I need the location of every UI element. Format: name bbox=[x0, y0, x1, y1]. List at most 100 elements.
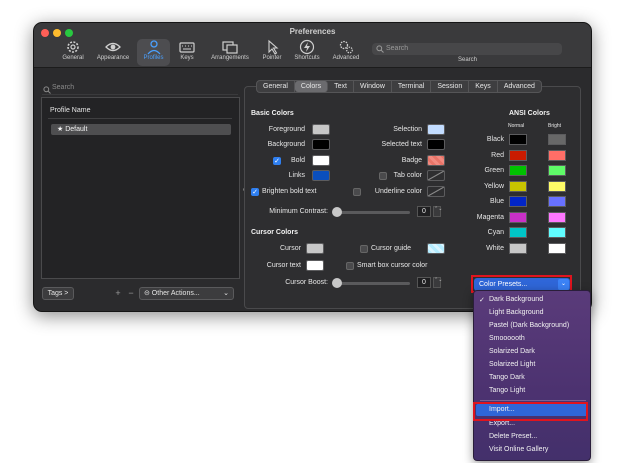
menu-item-solarized-dark[interactable]: Solarized Dark bbox=[489, 348, 535, 355]
color-presets-menu: ✓ Dark Background Light Background Paste… bbox=[473, 290, 591, 461]
menu-item-solarized-light[interactable]: Solarized Light bbox=[489, 361, 535, 368]
ansi-red-normal-well[interactable] bbox=[509, 150, 527, 161]
selection-label: Selection bbox=[393, 126, 422, 133]
ansi-magenta-normal-well[interactable] bbox=[509, 212, 527, 223]
links-color-well[interactable] bbox=[312, 170, 330, 181]
tab-color-well[interactable] bbox=[427, 170, 445, 181]
ansi-yellow-bright-well[interactable] bbox=[548, 181, 566, 192]
ansi-red-label: Red bbox=[491, 152, 504, 159]
ansi-red-bright-well[interactable] bbox=[548, 150, 566, 161]
min-contrast-stepper[interactable]: ⌃⌄ bbox=[433, 206, 442, 217]
ansi-blue-normal-well[interactable] bbox=[509, 196, 527, 207]
ansi-blue-bright-well[interactable] bbox=[548, 196, 566, 207]
smart-box-checkbox[interactable] bbox=[346, 262, 354, 270]
bold-label: Bold bbox=[290, 157, 305, 164]
toolbar-pointer[interactable]: Pointer bbox=[258, 39, 286, 66]
ansi-yellow-normal-well[interactable] bbox=[509, 181, 527, 192]
tab-colors[interactable]: Colors bbox=[294, 81, 329, 92]
remove-profile-button[interactable]: − bbox=[125, 287, 137, 300]
cursor-text-color-well[interactable] bbox=[306, 260, 324, 271]
toolbar-search-label: Search bbox=[458, 57, 478, 63]
tags-button[interactable]: Tags > bbox=[42, 287, 74, 300]
tab-session[interactable]: Session bbox=[431, 81, 470, 92]
cursor-guide-color-well[interactable] bbox=[427, 243, 445, 254]
ansi-white-label: White bbox=[486, 245, 504, 252]
cursor-boost-knob[interactable] bbox=[332, 278, 342, 288]
profile-row-default[interactable]: ★ Default bbox=[51, 124, 231, 135]
ansi-green-bright-well[interactable] bbox=[548, 165, 566, 176]
toolbar-advanced[interactable]: Advanced bbox=[329, 39, 363, 66]
search-icon bbox=[43, 86, 51, 94]
profile-name-header: Profile Name bbox=[50, 107, 91, 114]
menu-item-tango-dark[interactable]: Tango Dark bbox=[489, 374, 525, 381]
other-actions-button[interactable]: ⊝ Other Actions... ⌄ bbox=[139, 287, 234, 300]
brighten-bold-label: Brighten bold text bbox=[262, 188, 317, 195]
bold-checkbox[interactable]: ✓ bbox=[273, 157, 281, 165]
menu-item-dark-background[interactable]: Dark Background bbox=[489, 296, 543, 303]
menu-item-online-gallery[interactable]: Visit Online Gallery bbox=[489, 446, 548, 453]
min-contrast-slider[interactable] bbox=[334, 211, 410, 214]
cursor-color-well[interactable] bbox=[306, 243, 324, 254]
ansi-cyan-normal-well[interactable] bbox=[509, 227, 527, 238]
import-item-highlight bbox=[473, 402, 588, 421]
selected-text-label: Selected text bbox=[381, 141, 422, 148]
foreground-label: Foreground bbox=[268, 126, 305, 133]
tab-text[interactable]: Text bbox=[328, 81, 354, 92]
window-title: Preferences bbox=[289, 27, 336, 36]
add-profile-button[interactable]: + bbox=[112, 287, 124, 300]
menu-item-delete-preset[interactable]: Delete Preset... bbox=[489, 433, 537, 440]
tab-general[interactable]: General bbox=[257, 81, 295, 92]
menu-item-tango-light[interactable]: Tango Light bbox=[489, 387, 525, 394]
menu-item-export[interactable]: Export... bbox=[489, 420, 515, 427]
cursor-guide-checkbox[interactable] bbox=[360, 245, 368, 253]
ansi-black-normal-well[interactable] bbox=[509, 134, 527, 145]
tab-color-label: Tab color bbox=[393, 172, 422, 179]
tab-terminal[interactable]: Terminal bbox=[392, 81, 432, 92]
profile-tabs: General Colors Text Window Terminal Sess… bbox=[256, 80, 542, 93]
links-label: Links bbox=[288, 172, 305, 179]
toolbar-shortcuts[interactable]: Shortcuts bbox=[289, 39, 325, 66]
ansi-cyan-bright-well[interactable] bbox=[548, 227, 566, 238]
toolbar-general[interactable]: General bbox=[56, 39, 90, 66]
ansi-yellow-label: Yellow bbox=[484, 183, 504, 190]
background-color-well[interactable] bbox=[312, 139, 330, 150]
toolbar-appearance[interactable]: Appearance bbox=[93, 39, 133, 66]
toolbar-profiles[interactable]: Profiles bbox=[137, 39, 170, 66]
ansi-white-normal-well[interactable] bbox=[509, 243, 527, 254]
cursor-boost-stepper[interactable]: ⌃⌄ bbox=[433, 277, 442, 288]
toolbar-search-field[interactable]: Search bbox=[372, 43, 562, 55]
header-divider bbox=[48, 118, 232, 119]
cursor-boost-value[interactable]: 0 bbox=[417, 277, 431, 288]
bold-color-well[interactable] bbox=[312, 155, 330, 166]
brighten-bold-checkbox[interactable]: ✓ bbox=[251, 188, 259, 196]
underline-color-checkbox[interactable] bbox=[353, 188, 361, 196]
foreground-color-well[interactable] bbox=[312, 124, 330, 135]
tab-advanced[interactable]: Advanced bbox=[498, 81, 541, 92]
selection-color-well[interactable] bbox=[427, 124, 445, 135]
selected-text-color-well[interactable] bbox=[427, 139, 445, 150]
tab-color-checkbox[interactable] bbox=[379, 172, 387, 180]
ansi-colors-heading: ANSI Colors bbox=[509, 110, 550, 117]
windows-icon bbox=[222, 41, 238, 54]
menu-item-smoooooth[interactable]: Smoooooth bbox=[489, 335, 525, 342]
profile-search-placeholder: Search bbox=[52, 84, 75, 91]
menu-item-pastel[interactable]: Pastel (Dark Background) bbox=[489, 322, 569, 329]
ansi-magenta-bright-well[interactable] bbox=[548, 212, 566, 223]
min-contrast-knob[interactable] bbox=[332, 207, 342, 217]
ansi-white-bright-well[interactable] bbox=[548, 243, 566, 254]
badge-color-well[interactable] bbox=[427, 155, 445, 166]
menu-item-light-background[interactable]: Light Background bbox=[489, 309, 543, 316]
underline-color-well[interactable] bbox=[427, 186, 445, 197]
toolbar-keys[interactable]: Keys bbox=[174, 39, 200, 66]
min-contrast-value[interactable]: 0 bbox=[417, 206, 431, 217]
tab-keys[interactable]: Keys bbox=[469, 81, 498, 92]
profile-search-field[interactable]: Search bbox=[42, 84, 238, 95]
toolbar-arrangements[interactable]: Arrangements bbox=[206, 39, 254, 66]
toolbar-shortcuts-label: Shortcuts bbox=[294, 55, 320, 61]
ansi-black-bright-well[interactable] bbox=[548, 134, 566, 145]
ansi-green-normal-well[interactable] bbox=[509, 165, 527, 176]
cursor-boost-slider[interactable] bbox=[334, 282, 410, 285]
tab-window[interactable]: Window bbox=[354, 81, 392, 92]
cursor-guide-label: Cursor guide bbox=[371, 245, 412, 252]
cursor-boost-label: Cursor Boost: bbox=[285, 279, 328, 286]
